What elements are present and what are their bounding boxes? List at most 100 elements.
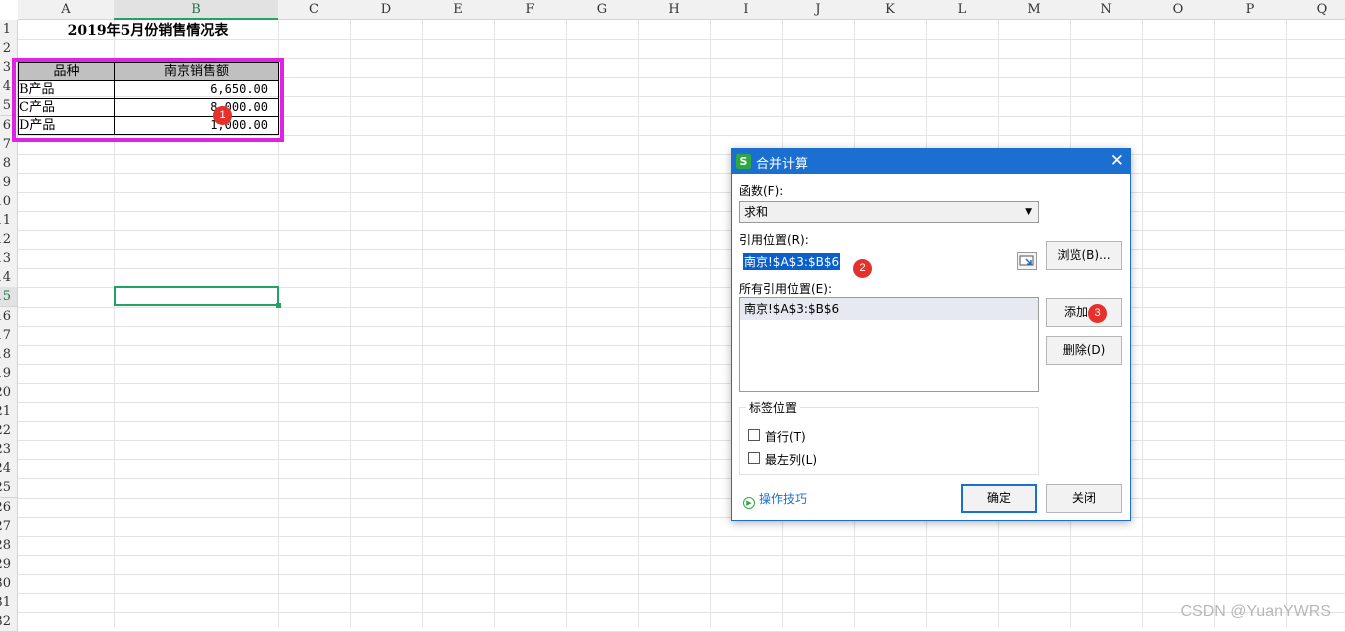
grid-hline bbox=[18, 172, 1345, 174]
play-icon: ▶ bbox=[743, 497, 755, 509]
column-header[interactable]: D bbox=[350, 0, 423, 20]
tips-link[interactable]: ▶ 操作技巧 bbox=[743, 490, 807, 509]
first-row-checkbox[interactable] bbox=[748, 429, 760, 441]
row-header[interactable]: 28 bbox=[0, 535, 18, 556]
sheet-title[interactable]: 2019年5月份销售情况表 bbox=[18, 20, 278, 39]
grid-hline bbox=[18, 153, 1345, 155]
function-value: 求和 bbox=[744, 205, 769, 219]
row-header[interactable]: 26 bbox=[0, 497, 18, 518]
row-header[interactable]: 14 bbox=[0, 268, 18, 289]
column-header[interactable]: Q bbox=[1286, 0, 1345, 20]
row-header[interactable]: 25 bbox=[0, 478, 18, 499]
row-header[interactable]: 12 bbox=[0, 230, 18, 251]
column-header[interactable]: H bbox=[638, 0, 711, 20]
row-header[interactable]: 13 bbox=[0, 249, 18, 270]
grid-hline bbox=[18, 421, 1345, 423]
row-header[interactable]: 9 bbox=[0, 172, 18, 193]
grid-hline bbox=[18, 497, 1345, 499]
row-header[interactable]: 20 bbox=[0, 382, 18, 403]
column-header[interactable]: O bbox=[1142, 0, 1215, 20]
grid-hline bbox=[18, 440, 1345, 442]
step-badge-1: 1 bbox=[213, 106, 232, 125]
ok-button[interactable]: 确定 bbox=[961, 484, 1037, 513]
dropdown-arrow-icon[interactable]: ▼ bbox=[1025, 202, 1032, 222]
row-header[interactable]: 15 bbox=[0, 287, 18, 308]
spreadsheet[interactable]: ABCDEFGHIJKLMNOPQ 1234567891011121314151… bbox=[0, 0, 1345, 632]
delete-button[interactable]: 删除(D) bbox=[1046, 336, 1122, 365]
column-header[interactable]: C bbox=[278, 0, 351, 20]
grid-hline bbox=[18, 363, 1345, 365]
grid-hline bbox=[18, 344, 1345, 346]
row-header[interactable]: 19 bbox=[0, 363, 18, 384]
browse-button[interactable]: 浏览(B)... bbox=[1046, 241, 1122, 270]
grid-hline bbox=[18, 39, 1345, 41]
row-header[interactable]: 21 bbox=[0, 402, 18, 423]
column-header[interactable]: P bbox=[1214, 0, 1287, 20]
row-header[interactable]: 23 bbox=[0, 440, 18, 461]
column-header[interactable]: N bbox=[1070, 0, 1143, 20]
grid-hline bbox=[18, 459, 1345, 461]
grid-hline bbox=[18, 268, 1345, 270]
watermark: CSDN @YuanYWRS bbox=[1180, 603, 1331, 620]
row-header[interactable]: 31 bbox=[0, 593, 18, 614]
grid-hline bbox=[18, 230, 1345, 232]
row-header[interactable]: 27 bbox=[0, 516, 18, 537]
first-row-label[interactable]: 首行(T) bbox=[765, 428, 806, 445]
row-header[interactable]: 1 bbox=[0, 20, 18, 41]
row-header[interactable]: 32 bbox=[0, 612, 18, 632]
row-header[interactable]: 8 bbox=[0, 153, 18, 174]
tips-text: 操作技巧 bbox=[759, 492, 808, 506]
grid-hline bbox=[18, 306, 1345, 308]
left-column-label[interactable]: 最左列(L) bbox=[765, 451, 817, 468]
dialog-title: 合并计算 bbox=[756, 157, 809, 172]
grid-hline bbox=[18, 478, 1345, 480]
grid-hline bbox=[18, 382, 1345, 384]
column-header[interactable]: M bbox=[998, 0, 1071, 20]
grid-hline bbox=[18, 325, 1345, 327]
reference-input[interactable]: 南京!$A$3:$B$6 bbox=[739, 250, 1039, 272]
selected-cell[interactable] bbox=[114, 286, 281, 308]
close-icon[interactable]: ✕ bbox=[1110, 151, 1124, 171]
row-header[interactable]: 16 bbox=[0, 306, 18, 327]
column-header[interactable]: L bbox=[926, 0, 999, 20]
dialog-title-bar[interactable]: S 合并计算 ✕ bbox=[732, 149, 1130, 174]
wps-logo-icon: S bbox=[736, 154, 751, 169]
row-header[interactable]: 17 bbox=[0, 325, 18, 346]
row-header[interactable]: 18 bbox=[0, 344, 18, 365]
add-button[interactable]: 添加 bbox=[1046, 298, 1122, 327]
row-header[interactable]: 29 bbox=[0, 554, 18, 575]
column-header[interactable]: I bbox=[710, 0, 783, 20]
list-item[interactable]: 南京!$A$3:$B$6 bbox=[740, 298, 1038, 320]
column-header[interactable]: F bbox=[494, 0, 567, 20]
grid-hline bbox=[18, 516, 1345, 518]
row-header[interactable]: 24 bbox=[0, 459, 18, 480]
row-header[interactable]: 10 bbox=[0, 191, 18, 212]
grid-hline bbox=[18, 402, 1345, 403]
function-label: 函数(F): bbox=[739, 184, 784, 198]
function-select[interactable]: 求和 ▼ bbox=[739, 201, 1039, 223]
grid-hline bbox=[18, 593, 1345, 594]
column-header[interactable]: E bbox=[422, 0, 495, 20]
highlight-box bbox=[12, 58, 284, 142]
column-header[interactable]: K bbox=[854, 0, 927, 20]
column-header[interactable]: J bbox=[782, 0, 855, 20]
column-header[interactable]: B bbox=[114, 0, 279, 20]
label-position-title: 标签位置 bbox=[746, 399, 801, 416]
grid-hline bbox=[18, 535, 1345, 537]
grid-hline bbox=[18, 612, 1345, 614]
column-header[interactable]: G bbox=[566, 0, 639, 20]
column-header[interactable]: A bbox=[18, 0, 115, 20]
grid-hline bbox=[18, 573, 1345, 575]
row-header[interactable]: 11 bbox=[0, 211, 18, 232]
row-header[interactable]: 30 bbox=[0, 573, 18, 594]
all-references-list[interactable]: 南京!$A$3:$B$6 bbox=[739, 297, 1039, 392]
reference-label: 引用位置(R): bbox=[739, 233, 809, 247]
close-button[interactable]: 关闭 bbox=[1046, 484, 1122, 513]
range-picker-icon[interactable] bbox=[1017, 252, 1037, 270]
left-column-checkbox[interactable] bbox=[748, 452, 760, 464]
grid-hline bbox=[18, 249, 1345, 251]
all-references-label: 所有引用位置(E): bbox=[739, 282, 832, 296]
row-header[interactable]: 2 bbox=[0, 39, 18, 60]
row-header[interactable]: 22 bbox=[0, 421, 18, 442]
grid-hline bbox=[18, 191, 1345, 193]
